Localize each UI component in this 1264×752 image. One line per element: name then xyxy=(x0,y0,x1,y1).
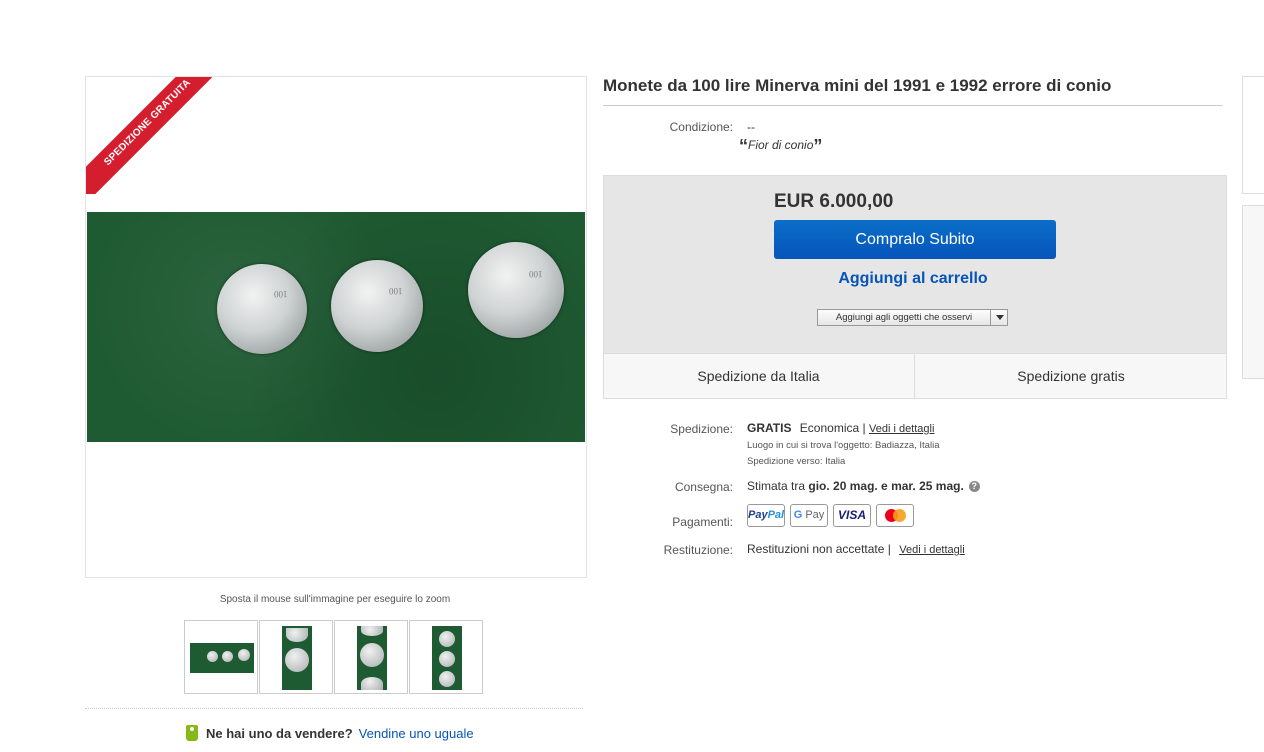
item-location: Luogo in cui si trova l'oggetto: Badiazz… xyxy=(747,440,940,451)
returns-details-link[interactable]: Vedi i dettagli xyxy=(899,544,964,556)
thumbnail-3[interactable] xyxy=(334,620,408,694)
coin-image: 100 xyxy=(468,242,564,338)
shipping-method: Economica xyxy=(799,421,860,435)
coin-image: 100 xyxy=(217,264,307,354)
returns-policy: Restituzioni non accettate | Vedi i dett… xyxy=(747,542,965,556)
ship-from-italy: Spedizione da Italia xyxy=(603,353,915,399)
buy-now-button[interactable]: Compralo Subito xyxy=(774,220,1056,259)
add-to-cart-link[interactable]: Aggiungi al carrello xyxy=(774,270,1052,288)
condition-value: -- xyxy=(747,120,755,134)
sell-similar: Ne hai uno da vendere? Vendine uno uguale xyxy=(186,725,474,741)
page-title: Monete da 100 lire Minerva mini del 1991… xyxy=(603,76,1223,106)
zoom-hint: Sposta il mouse sull'immagine per esegui… xyxy=(219,594,451,605)
shipping-cost-line: GRATIS Economica | Vedi i dettagli xyxy=(747,421,935,435)
divider xyxy=(85,708,583,709)
thumbnail-2[interactable] xyxy=(259,620,333,694)
sell-question: Ne hai uno da vendere? xyxy=(206,726,353,741)
side-panel-top xyxy=(1242,76,1264,194)
coin-mark: 100 xyxy=(529,268,543,279)
condition-description: “Fior di conio” xyxy=(739,136,823,156)
main-image-panel[interactable]: 100 100 100 SPEDIZIONE GRATUITA xyxy=(85,76,587,578)
delivery-dates: gio. 20 mag. e mar. 25 mag. xyxy=(808,479,964,493)
visa-icon: VISA xyxy=(833,504,871,527)
free-shipping-info: Spedizione gratis xyxy=(1017,368,1125,384)
seller-info-panel xyxy=(1242,205,1264,379)
chevron-down-icon[interactable] xyxy=(996,315,1004,320)
coin-image: 100 xyxy=(331,260,423,352)
returns-label: Restituzione: xyxy=(663,543,733,557)
condition-label: Condizione: xyxy=(669,120,733,134)
free-shipping-badge: SPEDIZIONE GRATUITA xyxy=(86,77,223,194)
google-pay-icon: G Pay xyxy=(790,504,828,527)
delivery-label: Consegna: xyxy=(674,480,733,494)
paypal-icon: PayPal xyxy=(747,504,785,527)
main-product-photo[interactable]: 100 100 100 xyxy=(87,212,585,442)
thumbnail-1[interactable] xyxy=(184,620,258,694)
coin-mark: 100 xyxy=(273,289,288,300)
delivery-estimate: Stimata tra gio. 20 mag. e mar. 25 mag.? xyxy=(747,479,980,493)
shipping-label: Spedizione: xyxy=(670,422,733,436)
watchlist-label[interactable]: Aggiungi agli oggetti che osservi xyxy=(818,310,991,325)
price: EUR 6.000,00 xyxy=(774,191,894,212)
free-shipping-ribbon: SPEDIZIONE GRATUITA xyxy=(86,77,223,194)
mastercard-icon xyxy=(876,504,914,527)
shipping-cost: GRATIS xyxy=(747,421,792,435)
sell-similar-link[interactable]: Vendine uno uguale xyxy=(359,726,474,741)
ships-to: Spedizione verso: Italia xyxy=(747,456,846,467)
coin-mark: 100 xyxy=(389,285,403,296)
shipping-details-link[interactable]: Vedi i dettagli xyxy=(869,423,934,435)
thumbnail-4[interactable] xyxy=(409,620,483,694)
payments-label: Pagamenti: xyxy=(672,515,733,529)
price-tag-icon xyxy=(186,725,198,741)
help-icon[interactable]: ? xyxy=(968,481,980,492)
add-to-watchlist-button[interactable]: Aggiungi agli oggetti che osservi xyxy=(817,309,1008,326)
